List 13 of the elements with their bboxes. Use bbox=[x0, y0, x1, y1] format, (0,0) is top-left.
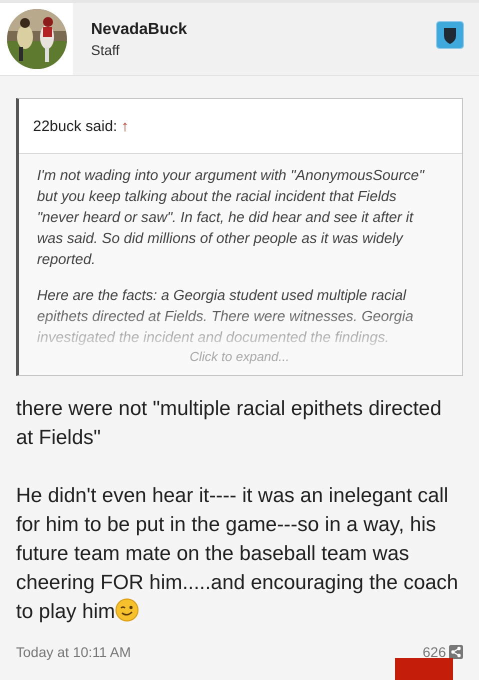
jump-arrow[interactable]: ↑ bbox=[121, 118, 129, 134]
user-role: Staff bbox=[91, 42, 121, 58]
quote-attribution[interactable]: 22buck said: bbox=[33, 118, 118, 134]
shield-icon[interactable] bbox=[436, 21, 464, 49]
share-icon[interactable] bbox=[449, 645, 463, 659]
post-time[interactable]: Today at 10:11 AM bbox=[16, 644, 131, 660]
message-paragraph: there were not "multiple racial epithets directed at Fields" bbox=[16, 396, 442, 451]
wink-emoji-icon bbox=[115, 598, 140, 622]
quote-paragraph: Here are the facts: a Georgia student used multiple racial epithets directed at Fields. There were witnesses. Georgia investigated the incident and documented the findings. bbox=[37, 287, 414, 348]
username[interactable]: NevadaBuck bbox=[91, 20, 436, 38]
message-paragraph: He didn't even hear it---- it was an inelegant call for him to be put in the game---so in a way, his future team mate on the baseball team was cheering FOR him.....and encouraging the coach to play him bbox=[16, 483, 460, 625]
quote-paragraph: I'm not wading into your argument with "AnonymousSource" but you keep talking about the racial incident that Fields "never heard or saw". In fact, he did hear and see it after it was said. So did millions of other people as it was widely reported. bbox=[37, 167, 426, 270]
post-number[interactable]: 626 bbox=[422, 644, 446, 660]
